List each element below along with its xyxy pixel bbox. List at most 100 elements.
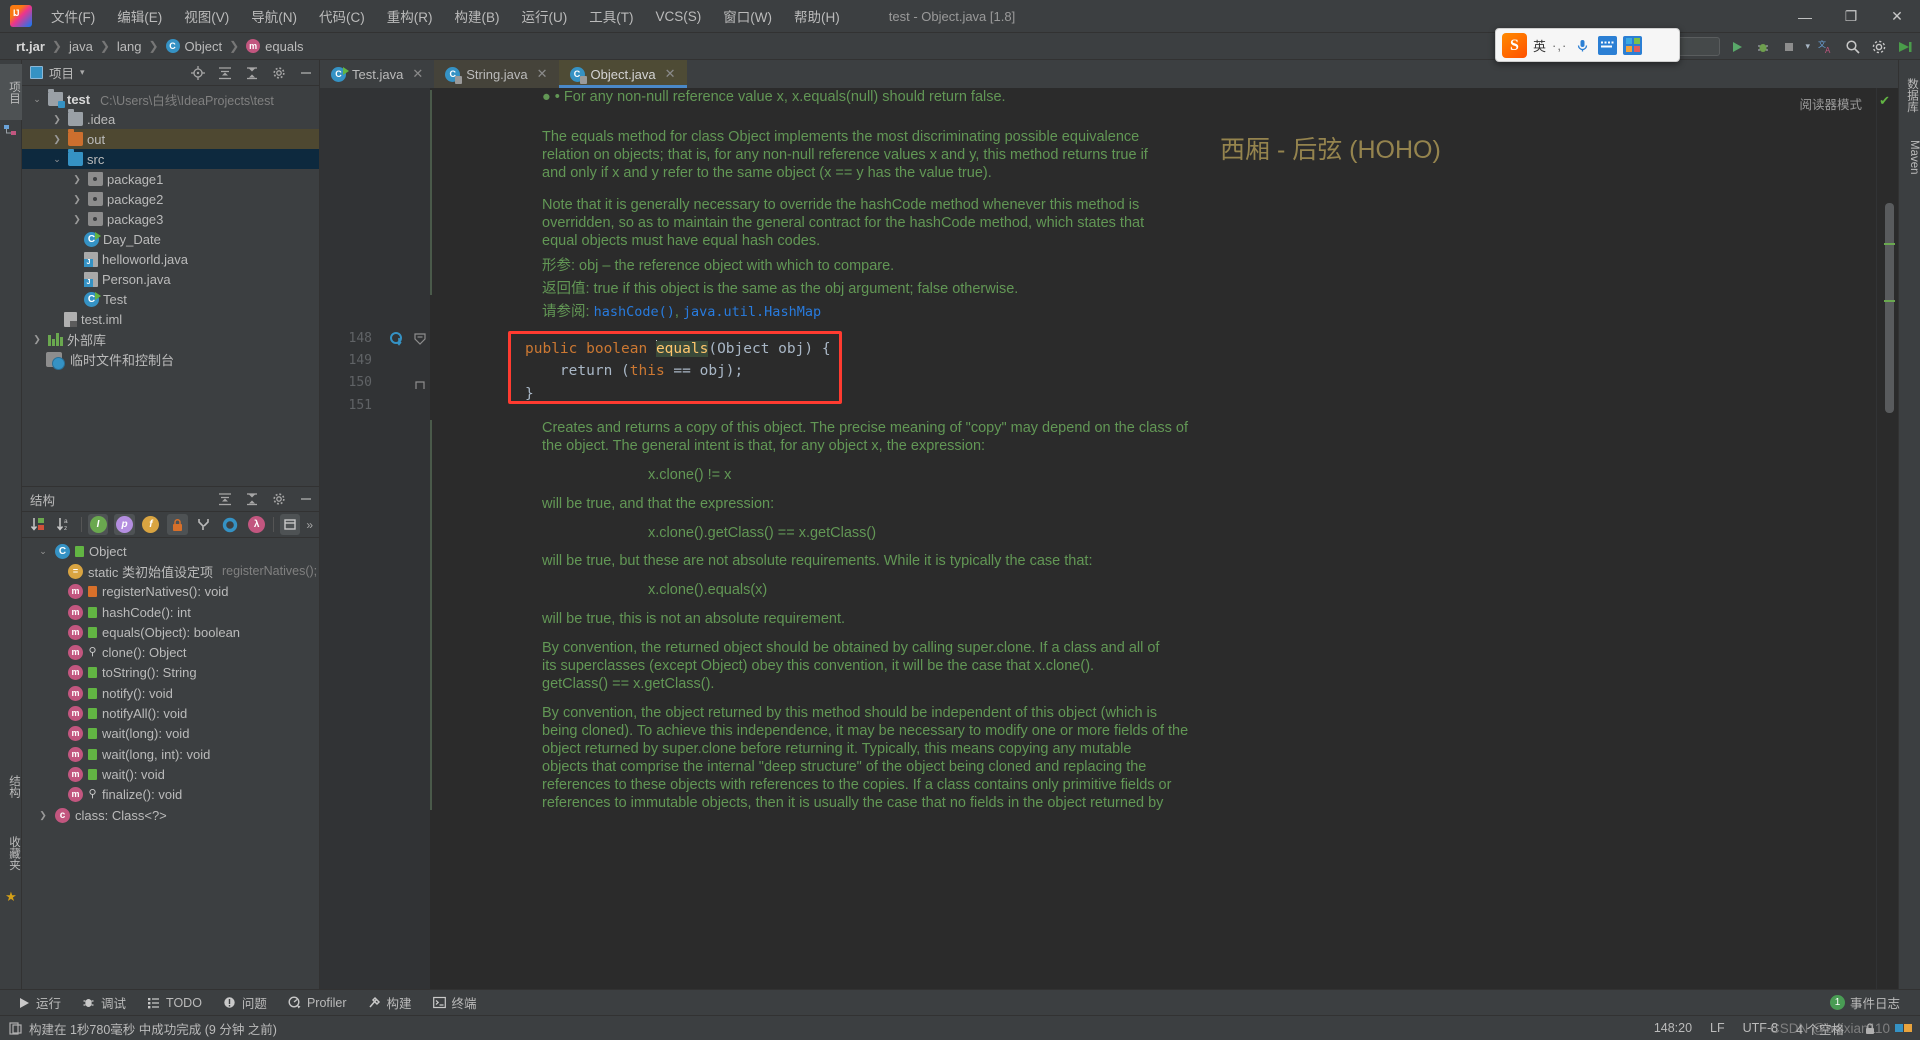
maximize-button[interactable]: ❐ — [1828, 0, 1874, 33]
menu-edit[interactable]: 编辑(E) — [106, 2, 173, 30]
show-interfaces-icon[interactable] — [220, 514, 240, 535]
code-line-148[interactable]: public boolean equals(Object obj) { — [511, 334, 839, 360]
menu-refactor[interactable]: 重构(R) — [376, 2, 444, 30]
tree-item-package3[interactable]: ❯ package3 — [22, 209, 319, 229]
menu-run[interactable]: 运行(U) — [511, 2, 579, 30]
bottom-button-profiler[interactable]: Profiler — [277, 993, 357, 1012]
javadoc-link-hashmap[interactable]: java.util.HashMap — [683, 304, 821, 320]
gear-icon[interactable] — [1869, 37, 1888, 56]
menu-vcs[interactable]: VCS(S) — [645, 5, 713, 28]
show-non-public-icon[interactable] — [167, 514, 188, 535]
structure-item-wait-long-int[interactable]: m wait(long, int): void — [52, 744, 319, 764]
search-icon[interactable] — [1843, 37, 1862, 56]
chevron-right-icon[interactable]: ❯ — [50, 134, 64, 145]
sort-alphabetically-icon[interactable]: az — [54, 514, 74, 535]
chevron-down-icon[interactable]: ▾ — [80, 67, 85, 78]
chevron-right-icon[interactable]: ❯ — [50, 114, 64, 125]
menu-window[interactable]: 窗口(W) — [712, 2, 783, 30]
breadcrumb-rtjar[interactable]: rt.jar — [10, 37, 51, 56]
editor-scrollbar-thumb[interactable] — [1885, 203, 1894, 413]
show-anonymous-icon[interactable] — [194, 514, 214, 535]
tree-item-scratches[interactable]: 临时文件和控制台 — [22, 349, 319, 370]
indent-setting[interactable]: 4 个空格 — [1796, 1019, 1844, 1038]
menu-code[interactable]: 代码(C) — [308, 2, 376, 30]
code-line-149[interactable]: return (this == obj); — [511, 360, 839, 382]
locate-icon[interactable] — [190, 65, 205, 80]
chevron-down-icon[interactable]: ⌄ — [36, 546, 50, 557]
expand-all-icon[interactable] — [217, 492, 232, 507]
star-icon[interactable]: ★ — [4, 890, 18, 904]
collapse-all-icon[interactable] — [244, 492, 259, 507]
close-icon[interactable]: ✕ — [412, 66, 423, 82]
run-icon[interactable] — [1727, 37, 1746, 56]
menu-build[interactable]: 构建(B) — [444, 2, 511, 30]
rail-tab-favorites[interactable]: 收藏夹 — [0, 822, 22, 884]
chevron-right-icon[interactable]: ❯ — [70, 174, 84, 185]
structure-item-notifyall[interactable]: m notifyAll(): void — [52, 703, 319, 723]
structure-item-static-init[interactable]: = static 类初始值设定项 registerNatives(); — [52, 561, 319, 581]
structure-item-object[interactable]: ⌄ C Object — [36, 541, 319, 561]
chevron-right-icon[interactable]: ❯ — [36, 810, 50, 821]
menu-help[interactable]: 帮助(H) — [783, 2, 851, 30]
chevron-down-icon[interactable]: ⌄ — [30, 94, 44, 105]
structure-item-registernatives[interactable]: m registerNatives(): void — [52, 582, 319, 602]
collapse-all-icon[interactable] — [244, 65, 259, 80]
rail-structure-icon[interactable] — [4, 124, 18, 138]
show-inherited-icon[interactable]: I — [87, 514, 109, 535]
line-separator[interactable]: LF — [1710, 1021, 1725, 1035]
fold-end-icon[interactable] — [414, 378, 426, 393]
sort-by-visibility-icon[interactable] — [28, 514, 48, 535]
settings-icon[interactable] — [271, 65, 286, 80]
more-actions-icon[interactable]: » — [306, 518, 313, 532]
structure-item-equals[interactable]: m equals(Object): boolean — [52, 622, 319, 642]
menu-tools[interactable]: 工具(T) — [578, 2, 644, 30]
bottom-button-problems[interactable]: 问题 — [212, 991, 277, 1014]
chevron-right-icon[interactable]: ❯ — [70, 194, 84, 205]
chevron-right-icon[interactable]: ❯ — [70, 214, 84, 225]
structure-item-clone[interactable]: m ⚲ clone(): Object — [52, 642, 319, 662]
structure-item-hashcode[interactable]: m hashCode(): int — [52, 602, 319, 622]
tree-item-package1[interactable]: ❯ package1 — [22, 169, 319, 189]
hide-panel-icon[interactable] — [298, 492, 313, 507]
ime-mode-label[interactable]: 英 — [1533, 36, 1546, 55]
tree-item-package2[interactable]: ❯ package2 — [22, 189, 319, 209]
structure-item-finalize[interactable]: m ⚲ finalize(): void — [52, 785, 319, 805]
debug-icon[interactable] — [1753, 37, 1772, 56]
inspection-ok-icon[interactable]: ✔ — [1879, 93, 1890, 109]
bottom-button-build[interactable]: 构建 — [357, 991, 422, 1014]
group-methods-icon[interactable] — [279, 514, 301, 535]
event-log-button[interactable]: 1 事件日志 — [1820, 991, 1910, 1014]
tab-object-java[interactable]: C Object.java ✕ — [558, 60, 687, 88]
chevron-down-icon-2[interactable]: ▾ — [1805, 41, 1810, 52]
keyboard-icon[interactable] — [1598, 35, 1618, 55]
breadcrumb-object[interactable]: C Object — [160, 37, 229, 56]
menu-file[interactable]: 文件(F) — [40, 2, 106, 30]
lock-icon[interactable] — [1862, 1021, 1877, 1036]
show-fields-icon[interactable]: f — [141, 514, 161, 535]
breadcrumb-equals[interactable]: m equals — [240, 37, 309, 56]
editor-content[interactable]: ● • For any non-null reference value x, … — [430, 88, 1876, 989]
tree-item-test-iml[interactable]: test.iml — [22, 309, 319, 329]
tree-item-src[interactable]: ⌄ src — [22, 149, 319, 169]
fold-collapse-icon[interactable] — [414, 333, 426, 348]
tree-item-day-date[interactable]: C Day_Date — [22, 229, 319, 249]
structure-tree[interactable]: ⌄ C Object = static 类初始值设定项 registerNati… — [22, 538, 319, 989]
bottom-button-run[interactable]: 运行 — [6, 991, 71, 1014]
structure-item-wait-long[interactable]: m wait(long): void — [52, 724, 319, 744]
project-tree[interactable]: ⌄ test C:\Users\白线\IdeaProjects\test ❯ .… — [22, 86, 319, 486]
editor-marker[interactable] — [1884, 300, 1895, 302]
structure-item-class[interactable]: ❯ c class: Class<?> — [36, 805, 319, 825]
caret-position[interactable]: 148:20 — [1654, 1021, 1692, 1035]
tree-item-test-class[interactable]: C Test — [22, 289, 319, 309]
sogou-ime-bar[interactable]: 英 ·,· — [1495, 28, 1680, 62]
tree-item-external-libraries[interactable]: ❯ 外部库 — [22, 329, 319, 349]
editor-viewport[interactable]: 148 149 150 151 ● • For any non-null ref… — [320, 88, 1898, 989]
structure-item-notify[interactable]: m notify(): void — [52, 683, 319, 703]
show-lambdas-icon[interactable]: λ — [246, 514, 266, 535]
tree-item-idea[interactable]: ❯ .idea — [22, 109, 319, 129]
tree-item-test[interactable]: ⌄ test C:\Users\白线\IdeaProjects\test — [22, 89, 319, 109]
rail-tab-database[interactable]: 数据库 — [1898, 66, 1920, 124]
rail-tab-structure[interactable]: 结构 — [0, 755, 22, 817]
structure-item-tostring[interactable]: m toString(): String — [52, 663, 319, 683]
file-encoding[interactable]: UTF-8 — [1743, 1021, 1778, 1035]
